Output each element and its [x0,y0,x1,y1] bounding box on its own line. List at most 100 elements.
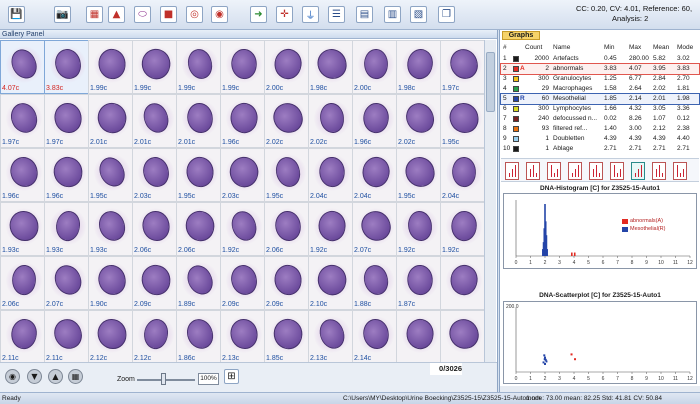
cell-thumbnail[interactable]: 2.02c [264,94,310,148]
cell-thumbnail[interactable]: 1.93c [44,202,90,256]
class-row[interactable]: 7 240 defocussed n... 0.02 8.26 1.07 0.12 [501,114,699,124]
histogram-icon[interactable] [526,162,540,180]
cell-thumbnail[interactable]: 1.92c [440,202,484,256]
cell-thumbnail[interactable]: 1.97c [44,94,90,148]
cell-thumbnail[interactable]: 1.98c [308,40,354,94]
class-row[interactable]: 8 93 filtered ref... 1.40 3.00 2.12 2.38 [501,124,699,134]
cell-thumbnail[interactable] [440,310,484,362]
cell-thumbnail[interactable]: 1.97c [0,94,46,148]
cell-thumbnail[interactable]: 2.07c [44,256,90,310]
cell-thumbnail[interactable]: 1.99c [220,40,266,94]
table-icon[interactable] [631,162,645,180]
class-color-swatch[interactable] [513,76,519,82]
class-color-swatch[interactable] [513,66,519,72]
cell-thumbnail[interactable]: 3.83c [44,40,90,94]
cell-thumbnail[interactable]: 1.89c [176,256,222,310]
cell-thumbnail[interactable]: 1.87c [396,256,442,310]
cell-view-icon[interactable]: ◉ [5,369,20,384]
class-row[interactable]: 10 1 Ablage 2.71 2.71 2.71 2.71 [501,144,699,154]
class-row[interactable]: 3 300 Granulocytes 1.25 6.77 2.84 2.70 [501,74,699,84]
cell-thumbnail[interactable]: 2.06c [264,202,310,256]
cell-thumbnail[interactable]: 4.07c [0,40,46,94]
zoom-value[interactable]: 100% [198,373,219,385]
cell-thumbnail[interactable]: 1.95c [396,148,442,202]
cell-thumbnail[interactable]: 2.12c [88,310,134,362]
cell-thumbnail[interactable]: 2.11c [44,310,90,362]
cell-thumbnail[interactable]: 2.10c [308,256,354,310]
fit-view-icon[interactable]: ⊞ [224,369,239,384]
cell-thumbnail[interactable]: 1.95c [176,148,222,202]
cell-thumbnail[interactable]: 1.95c [88,148,134,202]
class-color-swatch[interactable] [513,56,519,62]
square-icon[interactable]: ■ [160,6,177,23]
cell-thumbnail[interactable]: 1.92c [396,202,442,256]
report-icon[interactable]: ▧ [410,6,427,23]
class-color-swatch[interactable] [513,106,519,112]
class-row[interactable]: 4 29 Macrophages 1.58 2.64 2.02 1.81 [501,84,699,94]
arrow-right-icon[interactable]: ➜ [250,6,267,23]
cell-thumbnail[interactable]: 2.01c [176,94,222,148]
cell-thumbnail[interactable]: 1.93c [88,202,134,256]
cell-thumbnail[interactable]: 1.96c [352,94,398,148]
pattern-icon[interactable]: ▦ [68,369,83,384]
grid-icon[interactable]: ▦ [86,6,103,23]
histogram-icon[interactable] [547,162,561,180]
cell-thumbnail[interactable]: 1.95c [440,94,484,148]
scrollbar-thumb[interactable] [486,52,495,112]
cell-thumbnail[interactable]: 1.98c [396,40,442,94]
class-row[interactable]: 2 A 2 abnormals 3.83 4.07 3.95 3.83 [500,63,700,75]
cell-thumbnail[interactable]: 2.01c [88,94,134,148]
cell-thumbnail[interactable]: 1.93c [0,202,46,256]
ellipse-icon[interactable]: ⬭ [134,6,151,23]
histogram-icon[interactable] [673,162,687,180]
tab-graphs[interactable]: Graphs [502,31,540,40]
class-color-swatch[interactable] [513,86,519,92]
class-row[interactable]: 5 R 60 Mesothelial 1.85 2.14 2.01 1.98 [500,93,700,105]
class-row[interactable]: 6 300 Lymphocytes 1.66 4.32 3.05 3.36 [501,104,699,114]
table-icon[interactable]: ▤ [356,6,373,23]
cell-thumbnail[interactable]: 1.96c [44,148,90,202]
scroll-up-icon[interactable]: ▲ [48,369,63,384]
cell-thumbnail[interactable] [396,310,442,362]
cell-thumbnail[interactable]: 2.09c [220,256,266,310]
cell-thumbnail[interactable]: 2.00c [264,40,310,94]
cell-thumbnail[interactable]: 1.86c [176,310,222,362]
cell-thumbnail[interactable]: 2.04c [308,148,354,202]
cell-thumbnail[interactable]: 1.99c [88,40,134,94]
cell-thumbnail[interactable]: 2.06c [176,202,222,256]
class-color-swatch[interactable] [513,96,519,102]
gallery-scrollbar[interactable] [484,40,496,362]
histogram-icon[interactable] [652,162,666,180]
cell-thumbnail[interactable]: 2.04c [440,148,484,202]
cell-thumbnail[interactable]: 2.11c [0,310,46,362]
window-icon[interactable]: ❐ [438,6,455,23]
histogram-icon[interactable] [568,162,582,180]
zoom-slider-handle[interactable] [161,373,167,385]
cell-thumbnail[interactable]: 1.95c [264,148,310,202]
cell-thumbnail[interactable]: 1.88c [352,256,398,310]
class-color-swatch[interactable] [513,116,519,122]
target-icon[interactable]: ◎ [186,6,203,23]
cell-thumbnail[interactable]: 1.96c [220,94,266,148]
cell-thumbnail[interactable]: 2.06c [0,256,46,310]
class-row[interactable]: 9 1 Doubletten 4.39 4.39 4.39 4.40 [501,134,699,144]
scroll-down-icon[interactable]: ▼ [27,369,42,384]
crosshair-icon[interactable]: ✛ [276,6,293,23]
cell-thumbnail[interactable]: 2.09c [264,256,310,310]
cell-thumbnail[interactable]: 2.12c [132,310,178,362]
histogram-icon[interactable] [505,162,519,180]
cell-thumbnail[interactable]: 2.00c [352,40,398,94]
filter-icon[interactable]: ⏚ [302,6,319,23]
cell-thumbnail[interactable]: 2.04c [352,148,398,202]
cell-thumbnail[interactable]: 2.03c [220,148,266,202]
eye-icon[interactable]: ◉ [211,6,228,23]
cell-thumbnail[interactable]: 2.14c [352,310,398,362]
cell-thumbnail[interactable]: 2.09c [132,256,178,310]
class-color-swatch[interactable] [513,136,519,142]
camera-icon[interactable]: 📷 [54,6,71,23]
cell-thumbnail[interactable]: 1.92c [220,202,266,256]
cell-thumbnail[interactable] [440,256,484,310]
histogram-icon[interactable] [610,162,624,180]
cell-thumbnail[interactable]: 2.06c [132,202,178,256]
cell-thumbnail[interactable]: 1.96c [0,148,46,202]
